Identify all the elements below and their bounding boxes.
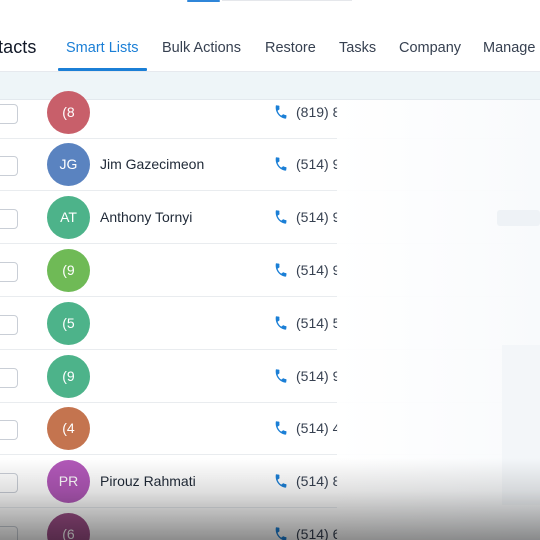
avatar: (8 [47,91,90,134]
top-accent-line [187,0,220,2]
avatar: (9 [47,249,90,292]
top-divider-line [222,0,352,1]
row-checkbox[interactable] [0,368,18,388]
avatar: (4 [47,407,90,450]
active-tab-indicator [58,68,147,71]
side-panel-overlay [337,100,540,540]
phone-icon[interactable] [273,315,289,331]
phone-number[interactable]: (514) 8 [296,473,338,489]
overlay-placeholder-column [502,345,540,505]
phone-icon[interactable] [273,156,289,172]
row-checkbox[interactable] [0,526,18,540]
phone-icon[interactable] [273,420,289,436]
row-checkbox[interactable] [0,315,18,335]
tab-company[interactable]: Company [399,40,461,56]
phone-number[interactable]: (514) 9 [296,156,338,172]
avatar: (5 [47,302,90,345]
phone-number[interactable]: (819) 8 [296,104,338,120]
phone-icon[interactable] [273,368,289,384]
tab-bulk-actions[interactable]: Bulk Actions [162,40,241,56]
phone-number[interactable]: (514) 6 [296,526,338,540]
phone-number[interactable]: (514) 9 [296,368,338,384]
phone-icon[interactable] [273,104,289,120]
page-title: tacts [0,37,37,57]
phone-icon[interactable] [273,262,289,278]
contact-name[interactable]: Pirouz Rahmati [100,473,196,489]
row-checkbox[interactable] [0,473,18,493]
top-strip [0,0,540,14]
tab-smart-lists[interactable]: Smart Lists [66,40,139,56]
avatar: (9 [47,355,90,398]
row-checkbox[interactable] [0,209,18,229]
row-checkbox[interactable] [0,262,18,282]
phone-number[interactable]: (514) 5 [296,315,338,331]
phone-icon[interactable] [273,473,289,489]
phone-number[interactable]: (514) 9 [296,262,338,278]
contact-name[interactable]: Anthony Tornyi [100,209,192,225]
avatar: (6 [47,513,90,540]
row-checkbox[interactable] [0,104,18,124]
tab-manage-smart-lists[interactable]: Manage S [483,40,540,56]
avatar: JG [47,143,90,186]
phone-number[interactable]: (514) 4 [296,420,338,436]
top-navbar: tacts Smart Lists Bulk Actions Restore T… [0,22,540,72]
avatar: PR [47,460,90,503]
phone-icon[interactable] [273,526,289,540]
row-checkbox[interactable] [0,420,18,440]
avatar: AT [47,196,90,239]
phone-icon[interactable] [273,209,289,225]
overlay-placeholder [497,210,540,226]
contact-name[interactable]: Jim Gazecimeon [100,156,204,172]
tab-restore[interactable]: Restore [265,40,316,56]
tab-tasks[interactable]: Tasks [339,40,376,56]
row-checkbox[interactable] [0,156,18,176]
phone-number[interactable]: (514) 9 [296,209,338,225]
